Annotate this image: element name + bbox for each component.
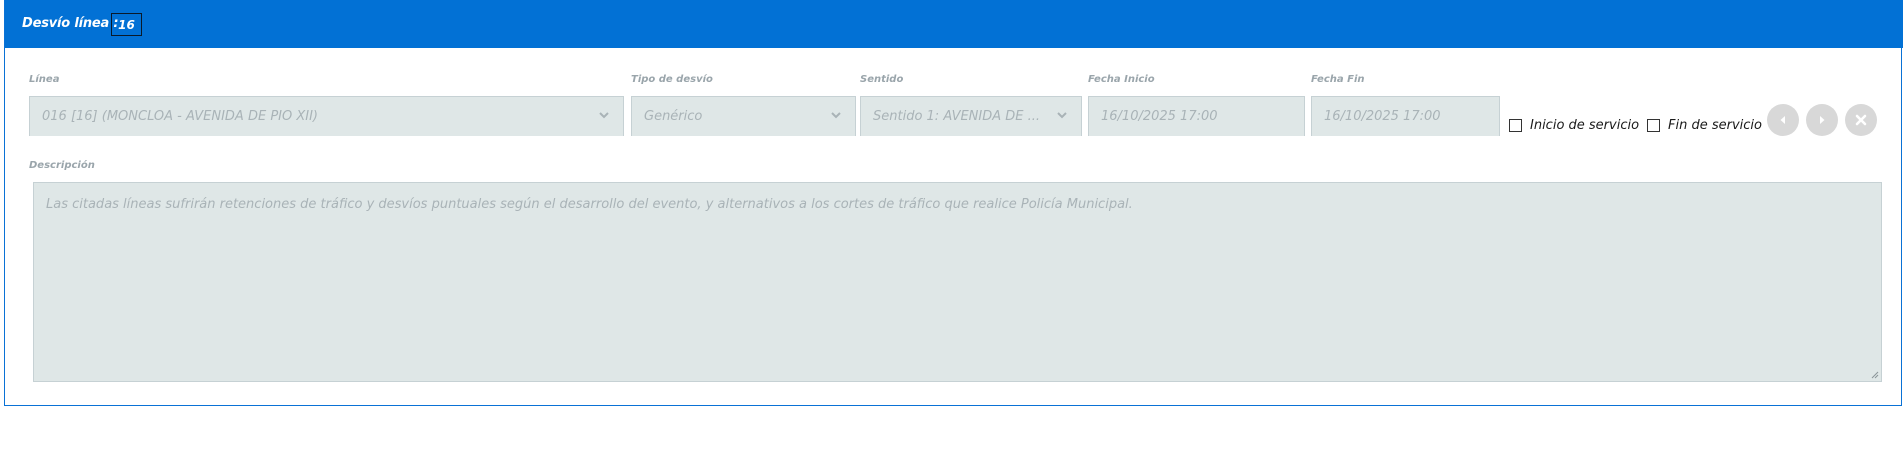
- next-button[interactable]: [1806, 104, 1838, 136]
- panel-header: Desvío línea : 16: [5, 0, 1903, 48]
- descripcion-value: Las citadas líneas sufrirán retenciones …: [46, 197, 1133, 212]
- fecha-fin-label: Fecha Fin: [1311, 74, 1365, 85]
- header-title: Desvío línea :: [22, 16, 119, 31]
- tipo-desvio-select[interactable]: Genérico: [631, 96, 856, 136]
- sentido-select[interactable]: Sentido 1: AVENIDA DE ...: [860, 96, 1082, 136]
- inicio-servicio-checkbox[interactable]: [1509, 119, 1522, 132]
- inicio-servicio-label: Inicio de servicio: [1530, 118, 1640, 133]
- linea-value: 016 [16] (MONCLOA - AVENIDA DE PIO XII): [42, 109, 318, 124]
- tipo-desvio-value: Genérico: [644, 109, 703, 124]
- linea-select[interactable]: 016 [16] (MONCLOA - AVENIDA DE PIO XII): [29, 96, 624, 136]
- fin-servicio-checkbox[interactable]: [1647, 119, 1660, 132]
- fecha-inicio-input[interactable]: 16/10/2025 17:00: [1088, 96, 1305, 136]
- close-icon: [1855, 114, 1867, 126]
- inicio-servicio-option[interactable]: Inicio de servicio: [1509, 118, 1639, 133]
- descripcion-textarea[interactable]: Las citadas líneas sufrirán retenciones …: [33, 182, 1882, 382]
- linea-label: Línea: [29, 74, 60, 85]
- caret-right-icon: [1820, 116, 1825, 124]
- chevron-down-icon: [1057, 112, 1067, 119]
- previous-button[interactable]: [1767, 104, 1799, 136]
- close-button[interactable]: [1845, 104, 1877, 136]
- fecha-inicio-label: Fecha Inicio: [1088, 74, 1155, 85]
- desvio-panel: Desvío línea : 16 Línea 016 [16] (MONCLO…: [4, 0, 1903, 406]
- line-number-badge: 16: [111, 13, 142, 36]
- chevron-down-icon: [599, 112, 609, 119]
- fecha-inicio-value: 16/10/2025 17:00: [1101, 109, 1218, 124]
- chevron-down-icon: [831, 112, 841, 119]
- fecha-fin-input[interactable]: 16/10/2025 17:00: [1311, 96, 1500, 136]
- resize-handle-icon[interactable]: [1871, 371, 1879, 379]
- fecha-fin-value: 16/10/2025 17:00: [1324, 109, 1441, 124]
- sentido-value: Sentido 1: AVENIDA DE ...: [873, 109, 1041, 124]
- caret-left-icon: [1780, 116, 1785, 124]
- fin-servicio-option[interactable]: Fin de servicio: [1647, 118, 1762, 133]
- fin-servicio-label: Fin de servicio: [1668, 118, 1762, 133]
- descripcion-label: Descripción: [29, 160, 95, 171]
- sentido-label: Sentido: [860, 74, 904, 85]
- tipo-desvio-label: Tipo de desvío: [631, 74, 713, 85]
